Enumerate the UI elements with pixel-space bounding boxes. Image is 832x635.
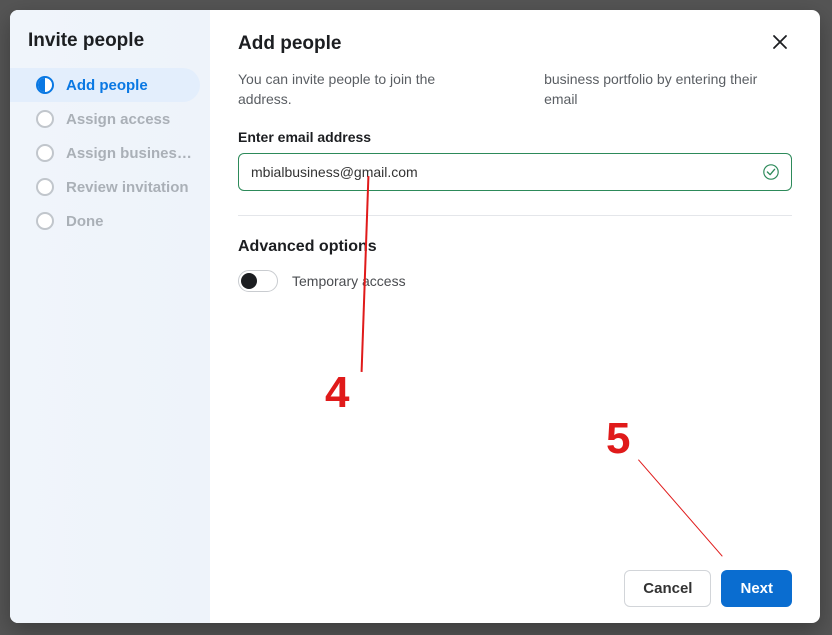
- subtext-left: You can invite people to join the addres…: [238, 70, 490, 109]
- step-label: Add people: [66, 77, 148, 94]
- email-input-wrap: [238, 153, 792, 191]
- subtext-right: business portfolio by entering their ema…: [544, 70, 792, 109]
- step-assign-business-assets[interactable]: Assign business a...: [10, 136, 210, 170]
- sidebar-title: Invite people: [10, 30, 210, 68]
- annotation-4: 4: [325, 368, 349, 418]
- footer: Cancel Next: [238, 570, 792, 607]
- invite-people-modal: Invite people Add people Assign access A…: [10, 10, 820, 623]
- step-circle-icon: [36, 212, 54, 230]
- step-circle-active-icon: [36, 76, 54, 94]
- main-panel: Add people You can invite people to join…: [210, 10, 820, 623]
- step-circle-icon: [36, 144, 54, 162]
- check-circle-icon: [762, 163, 780, 181]
- email-label: Enter email address: [238, 129, 792, 145]
- step-add-people[interactable]: Add people: [10, 68, 200, 102]
- page-title: Add people: [238, 33, 341, 55]
- step-label: Review invitation: [66, 179, 189, 196]
- temporary-access-label: Temporary access: [292, 273, 406, 289]
- annotation-5-line: [638, 459, 723, 556]
- step-label: Assign business a...: [66, 145, 196, 162]
- subtext: You can invite people to join the addres…: [238, 70, 792, 109]
- divider: [238, 215, 792, 216]
- step-circle-icon: [36, 110, 54, 128]
- next-button[interactable]: Next: [721, 570, 792, 607]
- main-header: Add people: [238, 30, 792, 58]
- advanced-options-title: Advanced options: [238, 238, 792, 256]
- annotation-5: 5: [606, 414, 630, 464]
- step-assign-access[interactable]: Assign access: [10, 102, 210, 136]
- email-input[interactable]: [238, 153, 792, 191]
- close-button[interactable]: [768, 30, 792, 58]
- close-icon: [772, 34, 788, 50]
- step-circle-icon: [36, 178, 54, 196]
- cancel-button[interactable]: Cancel: [624, 570, 711, 607]
- sidebar: Invite people Add people Assign access A…: [10, 10, 210, 623]
- step-done[interactable]: Done: [10, 204, 210, 238]
- temporary-access-row: Temporary access: [238, 270, 792, 292]
- temporary-access-toggle[interactable]: [238, 270, 278, 292]
- step-label: Assign access: [66, 111, 170, 128]
- step-label: Done: [66, 213, 104, 230]
- step-review-invitation[interactable]: Review invitation: [10, 170, 210, 204]
